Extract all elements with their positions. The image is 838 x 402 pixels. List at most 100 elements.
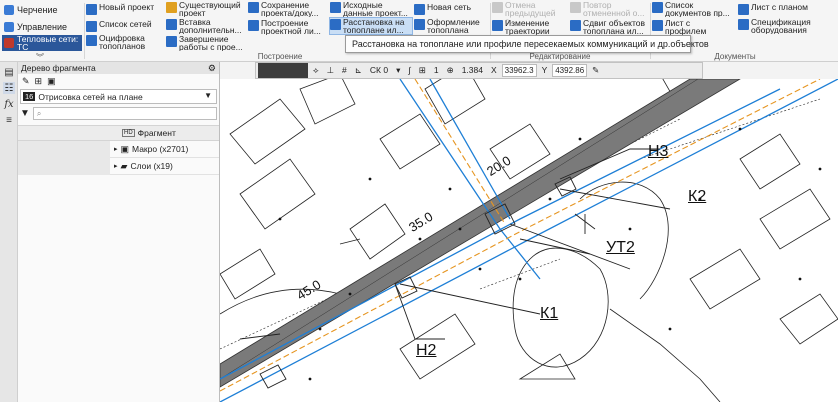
digitize-topoplan-button[interactable]: Оцифровка топопланов — [86, 34, 164, 50]
topoplan-drawing[interactable] — [220, 79, 838, 402]
group-label-build: Построение — [257, 52, 303, 61]
properties-icon[interactable]: ▤ — [3, 66, 15, 78]
shift-objects-button[interactable]: Сдвиг объектов топоплана ил... — [570, 19, 648, 35]
x-coordinate: 33962.3 — [501, 64, 537, 77]
chevron-down-icon: ▾ — [396, 65, 401, 75]
plan-sheet-icon — [738, 4, 749, 15]
source-data-icon — [330, 2, 341, 13]
finish-project-button[interactable]: Завершение работы с прое... — [166, 35, 246, 51]
redo-icon — [570, 2, 581, 13]
fragment-icon: HD — [122, 129, 135, 137]
format-icon — [414, 19, 425, 30]
insert-icon — [166, 19, 177, 30]
network-list-button[interactable]: Список сетей — [86, 20, 164, 32]
folder-icon: ▰ — [120, 160, 128, 171]
profile-sheet-button[interactable]: Лист с профилем — [652, 19, 734, 35]
tree-row-macro[interactable]: ▸ ▣ Макро (x2701) — [18, 140, 219, 158]
ribbon-separator — [84, 3, 85, 59]
gear-icon[interactable]: ⚙ — [208, 62, 216, 74]
panel-title: Дерево фрагмента ⚙ — [18, 62, 219, 74]
document-list-button[interactable]: Список документов пр... — [652, 1, 734, 17]
expand-arrow-icon[interactable]: ▸ — [114, 145, 118, 153]
folder-open-icon — [166, 2, 177, 13]
variables-icon[interactable]: fx — [3, 98, 15, 110]
pencil-icon[interactable]: ✎ — [22, 76, 30, 87]
tree-icon[interactable]: ☷ — [3, 82, 15, 94]
y-label: Y — [541, 65, 548, 75]
cs-icon: ⊾ — [354, 65, 362, 75]
specification-icon — [738, 19, 749, 30]
network-list-icon — [86, 21, 97, 32]
label-ut2: УТ2 — [606, 239, 635, 256]
layer-name: Отрисовка сетей на плане — [38, 91, 143, 102]
ortho-icon[interactable]: ⊥ — [324, 63, 337, 78]
snap-mode-button[interactable] — [258, 63, 308, 78]
label-n2: Н2 — [416, 342, 437, 359]
x-label: X — [490, 65, 497, 75]
redo-button[interactable]: Повтор отмененной о... — [570, 1, 648, 17]
plan-sheet-button[interactable]: Лист с планом — [738, 3, 834, 15]
source-data-button[interactable]: Исходные данные проект... — [330, 1, 412, 17]
label-k2: К2 — [688, 188, 707, 205]
mode-drafting[interactable]: Черчение — [2, 2, 82, 18]
chevron-down-icon: ▼ — [204, 91, 212, 100]
drafting-icon — [4, 5, 14, 15]
label-n3: Н3 — [648, 143, 669, 160]
expand-arrow-icon[interactable]: ▸ — [114, 162, 118, 170]
macro-icon: ▣ — [120, 143, 130, 154]
mode-heating-networks[interactable]: Тепловые сети: ТС — [2, 35, 82, 51]
mode-switcher: Черчение Управление Тепловые сети: ТС — [0, 0, 84, 52]
pen-icon[interactable]: ✎ — [589, 63, 602, 78]
trajectory-icon — [492, 20, 503, 31]
hierarchy-icon[interactable]: ⊞ — [35, 76, 43, 87]
search-input[interactable]: ⌕ — [32, 107, 217, 120]
zoom-icon[interactable]: ⊕ — [444, 63, 457, 78]
image-icon[interactable]: ▣ — [47, 76, 56, 87]
mode-management[interactable]: Управление — [2, 19, 82, 35]
layers-icon[interactable]: ≡ — [3, 114, 15, 126]
new-project-icon — [86, 4, 97, 15]
place-icon — [330, 19, 341, 30]
shift-icon — [570, 20, 581, 31]
tree-column-header: HD Фрагмент — [18, 125, 219, 141]
panel-toolbar: ✎ ⊞ ▣ — [18, 74, 219, 88]
undo-icon — [492, 2, 503, 13]
drawing-toolbar: ⟡ ⊥ # ⊾ СК 0 ▾ ∫ ⊞ 1 ⊕ 1.384 X 33962.3 Y… — [255, 62, 703, 79]
new-network-icon — [414, 4, 425, 15]
place-on-topoplan-button[interactable]: Расстановка на топоплане ил... — [329, 17, 413, 35]
panel-search: ▼ ⌕ — [20, 106, 217, 121]
new-project-button[interactable]: Новый проект — [86, 3, 164, 15]
drawing-canvas[interactable]: Н3 К2 УТ2 К1 Н2 20.0 35.0 45.0 — [220, 79, 838, 402]
filter-icon[interactable]: ▼ — [20, 108, 30, 119]
heating-network-icon — [4, 38, 14, 48]
build-design-line-button[interactable]: Построение проектной ли... — [248, 19, 328, 35]
existing-project-button[interactable]: Существующий проект — [166, 1, 246, 17]
finish-icon — [166, 36, 177, 47]
snap-icon[interactable]: ⟡ — [310, 63, 322, 78]
save-project-button[interactable]: Сохранение проекта/доку... — [248, 1, 328, 17]
management-icon — [4, 22, 14, 32]
profile-sheet-icon — [652, 20, 663, 31]
zoom-value[interactable]: 1.384 — [459, 63, 486, 78]
fragment-tree-panel: Дерево фрагмента ⚙ ✎ ⊞ ▣ 16 Отрисовка сет… — [18, 62, 220, 402]
style-icon: ⊞ — [418, 65, 426, 75]
left-toolstrip: ▤ ☷ fx ≡ — [0, 62, 18, 402]
group-label-documents: Документы — [714, 52, 756, 61]
equipment-spec-button[interactable]: Спецификация оборудования — [738, 18, 834, 34]
new-network-button[interactable]: Новая сеть — [414, 3, 488, 15]
y-coordinate: 4392.86 — [552, 64, 588, 77]
grid-icon[interactable]: # — [339, 63, 350, 78]
style-select[interactable]: 1 — [431, 63, 442, 78]
group-label-edit: Редактирование — [529, 52, 591, 61]
line-icon — [248, 20, 259, 31]
digitize-icon — [86, 35, 97, 46]
save-icon — [248, 2, 259, 13]
round-icon[interactable]: ∫ — [405, 63, 413, 78]
layer-number: 16 — [23, 92, 36, 101]
tree-row-layers[interactable]: ▸ ▰ Слои (x19) — [18, 157, 219, 175]
tooltip: Расстановка на топоплане или профиле пер… — [345, 35, 709, 53]
layer-select[interactable]: 16 Отрисовка сетей на плане ▼ — [20, 89, 217, 104]
insert-additional-button[interactable]: Вставка дополнительн... — [166, 18, 246, 34]
label-k1: К1 — [540, 305, 559, 322]
cs-select[interactable]: СК 0 — [367, 63, 391, 78]
